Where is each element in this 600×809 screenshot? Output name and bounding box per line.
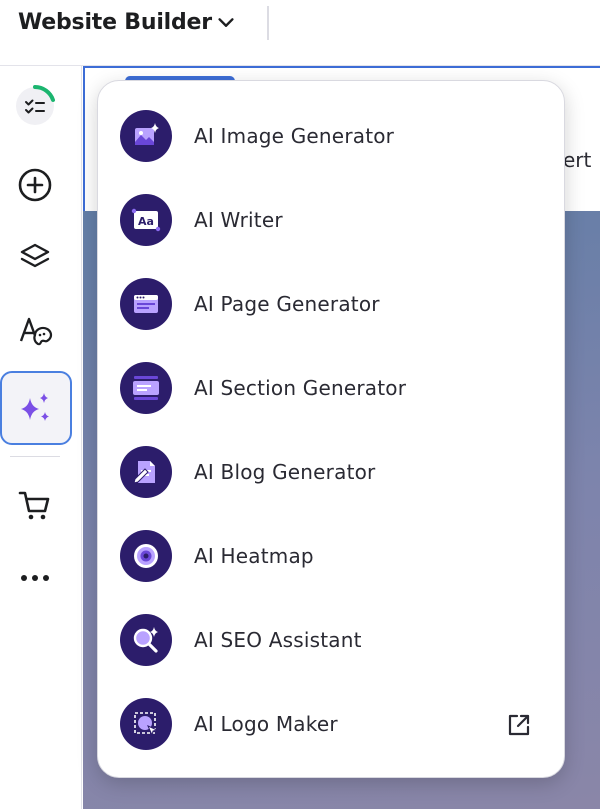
sidebar-item-styles[interactable]: [0, 303, 70, 359]
menu-item-ai-logo-maker[interactable]: AI Logo Maker: [120, 692, 544, 756]
menu-item-label: AI Section Generator: [194, 376, 407, 400]
sidebar-separator: [10, 456, 60, 457]
menu-item-ai-blog-generator[interactable]: AI Blog Generator: [120, 440, 544, 504]
sidebar-item-ai[interactable]: [0, 380, 70, 436]
website-builder-app: Website Builder ert AI Image Generator A…: [0, 0, 600, 809]
search-sparkle-icon: [120, 614, 172, 666]
checklist-progress-icon: [16, 85, 55, 125]
sparkles-icon: [21, 393, 49, 421]
left-sidebar: [0, 66, 82, 809]
menu-item-ai-heatmap[interactable]: AI Heatmap: [120, 524, 544, 588]
menu-item-label: AI Image Generator: [194, 124, 395, 148]
menu-item-label: AI Logo Maker: [194, 712, 338, 736]
text-palette-icon: [19, 317, 53, 346]
menu-item-label: AI Heatmap: [194, 544, 314, 568]
menu-item-label: AI Writer: [194, 208, 283, 232]
menu-item-ai-section-generator[interactable]: AI Section Generator: [120, 356, 544, 420]
topbar-divider: [267, 6, 269, 40]
sidebar-item-store[interactable]: [0, 478, 70, 534]
chevron-down-icon[interactable]: [215, 12, 237, 34]
logo-select-icon: [120, 698, 172, 750]
menu-item-label: AI Blog Generator: [194, 460, 376, 484]
browser-window-icon: [120, 278, 172, 330]
external-link-icon[interactable]: [506, 712, 532, 738]
cart-icon: [18, 491, 50, 520]
menu-item-ai-writer[interactable]: Aa AI Writer: [120, 188, 544, 252]
menu-item-label: AI SEO Assistant: [194, 628, 362, 652]
image-sparkle-icon: [120, 110, 172, 162]
menu-item-label: AI Page Generator: [194, 292, 380, 316]
top-bar: Website Builder: [0, 0, 600, 66]
more-dots-icon: [21, 575, 49, 581]
heatmap-eye-icon: [120, 530, 172, 582]
builder-title[interactable]: Website Builder: [18, 10, 212, 35]
svg-text:Aa: Aa: [138, 215, 154, 228]
canvas-partial-text: ert: [563, 148, 592, 172]
sidebar-item-layers[interactable]: [0, 230, 70, 286]
layers-icon: [20, 243, 50, 268]
menu-item-ai-image-generator[interactable]: AI Image Generator: [120, 104, 544, 168]
document-pen-icon: [120, 446, 172, 498]
section-block-icon: [120, 362, 172, 414]
sidebar-item-add[interactable]: [0, 157, 70, 213]
add-circle-icon: [18, 168, 52, 202]
menu-item-ai-seo-assistant[interactable]: AI SEO Assistant: [120, 608, 544, 672]
sidebar-item-more[interactable]: [0, 550, 70, 606]
ai-tools-menu: AI Image Generator Aa AI Writer AI Page …: [97, 80, 565, 778]
menu-item-ai-page-generator[interactable]: AI Page Generator: [120, 272, 544, 336]
text-box-icon: Aa: [120, 194, 172, 246]
sidebar-item-checklist[interactable]: [0, 78, 70, 134]
